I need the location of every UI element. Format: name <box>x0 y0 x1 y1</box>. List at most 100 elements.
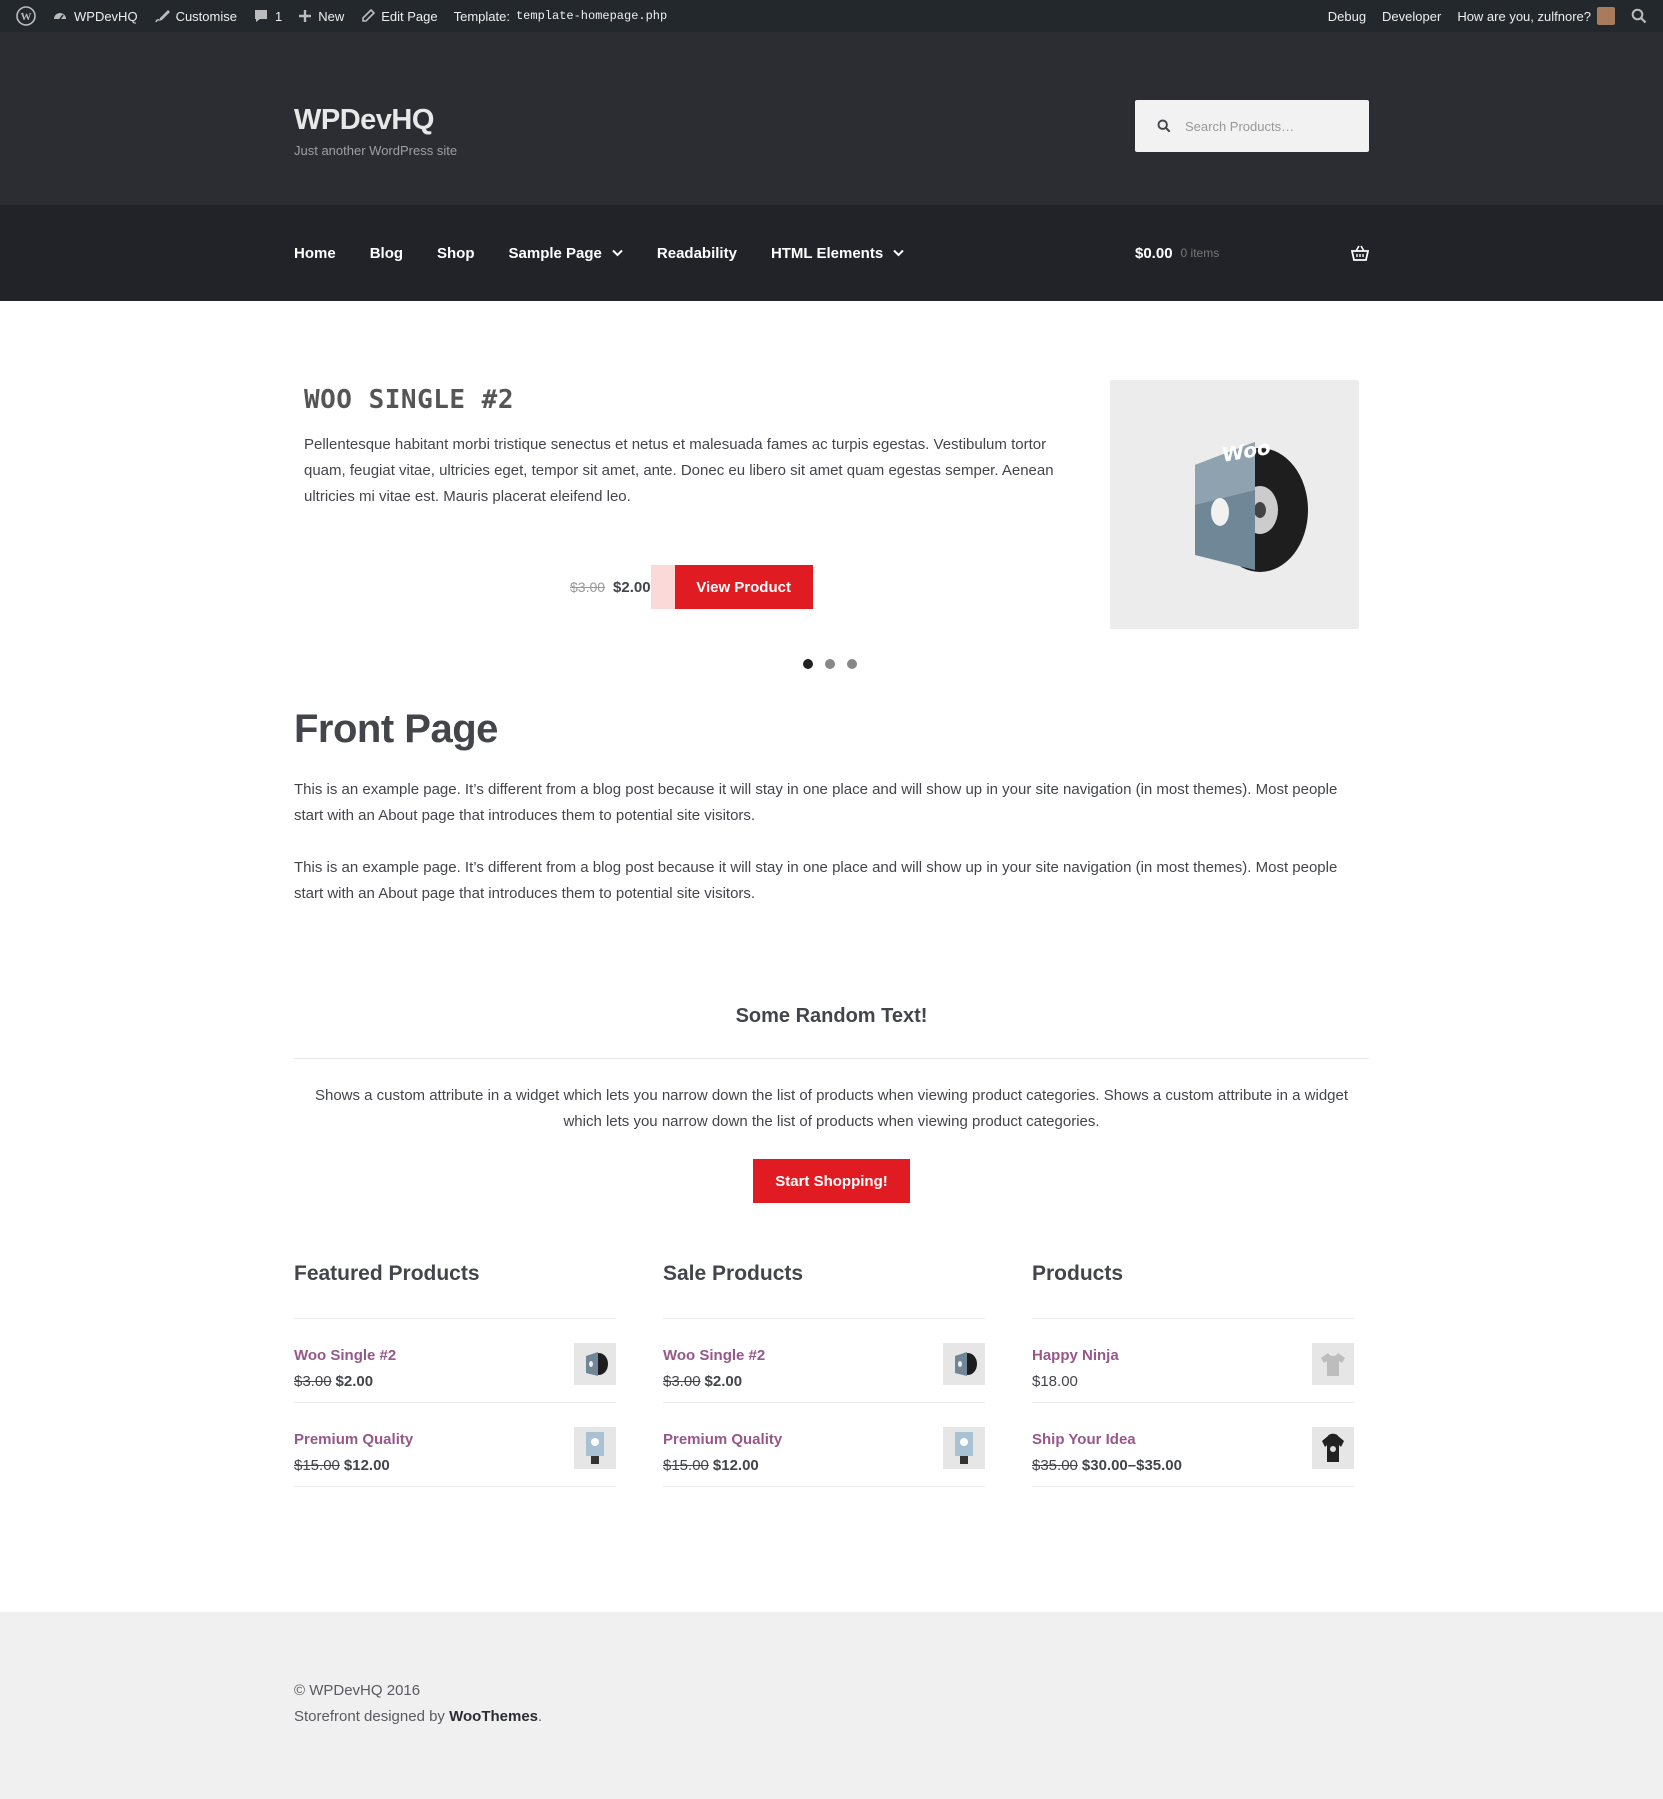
product-name-link[interactable]: Woo Single #2 <box>663 1347 765 1364</box>
dashboard-icon <box>54 13 66 20</box>
site-tagline: Just another WordPress site <box>294 143 458 158</box>
product-price: $3.00 $2.00 <box>663 1373 742 1390</box>
product-search-field[interactable]: Search Products… <box>1135 100 1369 152</box>
product-list-item: Premium Quality $15.00 $12.00 <box>663 1403 985 1487</box>
product-sale-price: $2.00 <box>704 1373 743 1390</box>
product-name-link[interactable]: Woo Single #2 <box>294 1347 396 1364</box>
album-icon <box>586 1352 608 1376</box>
template-file: template-homepage.php <box>515 9 668 23</box>
admin-debug-label: Debug <box>1327 8 1367 24</box>
admin-edit-page-label: Edit Page <box>381 8 438 24</box>
slider-dot-3[interactable] <box>847 659 857 669</box>
product-list-item: Happy Ninja $18.00 <box>1032 1319 1354 1403</box>
album-icon: Woo <box>1194 434 1308 572</box>
admin-account-link[interactable]: How are you, zulfnore? <box>1449 0 1623 32</box>
product-name-link[interactable]: Ship Your Idea <box>1032 1431 1136 1448</box>
nav-item-sample-page[interactable]: Sample Page <box>509 245 623 262</box>
slider-old-price: $3.00 <box>570 579 606 595</box>
slider-product-title: WOO SINGLE #2 <box>304 385 514 415</box>
admin-comments-link[interactable]: 1 <box>245 0 290 32</box>
product-thumbnail[interactable] <box>943 1343 985 1385</box>
cart-count: 0 items <box>1180 246 1220 260</box>
product-list-item: Woo Single #2 $3.00 $2.00 <box>663 1319 985 1403</box>
product-old-price: $3.00 <box>294 1373 332 1390</box>
slider-product-description: Pellentesque habitant morbi tristique se… <box>304 436 1054 505</box>
product-list-item: Premium Quality $15.00 $12.00 <box>294 1403 616 1487</box>
view-product-button[interactable]: View Product <box>674 565 813 609</box>
site-header: WPDevHQ Just another WordPress site Sear… <box>0 32 1663 301</box>
search-placeholder: Search Products… <box>1185 118 1295 134</box>
admin-search-button[interactable] <box>1623 0 1655 32</box>
nav-item-blog[interactable]: Blog <box>370 245 403 262</box>
chevron-down-icon[interactable] <box>612 249 623 257</box>
slider-pagination <box>803 659 857 669</box>
slider-price-row: $3.00 $2.00 View Product <box>570 565 813 609</box>
chevron-down-icon[interactable] <box>893 249 904 257</box>
product-thumbnail[interactable] <box>1312 1343 1354 1385</box>
footer-designer-link[interactable]: WooThemes <box>449 1708 538 1725</box>
tshirt-icon <box>1321 1353 1345 1376</box>
product-name-link[interactable]: Premium Quality <box>663 1431 782 1448</box>
wordpress-logo-icon[interactable]: W <box>8 0 44 32</box>
admin-customise-label: Customise <box>175 8 237 24</box>
admin-site-link[interactable]: WPDevHQ <box>44 0 146 32</box>
product-column-title: Products <box>1032 1262 1124 1285</box>
product-column-title: Featured Products <box>294 1262 480 1285</box>
footer-designed-by: Storefront designed by <box>294 1708 445 1725</box>
product-sale-price: $2.00 <box>335 1373 374 1390</box>
product-price: $18.00 <box>1032 1373 1078 1390</box>
admin-site-label: WPDevHQ <box>74 8 138 24</box>
product-price: $15.00 $12.00 <box>663 1457 759 1474</box>
product-thumbnail[interactable] <box>943 1427 985 1469</box>
svg-text:W: W <box>21 11 32 23</box>
avatar <box>1597 7 1615 25</box>
product-thumbnail[interactable] <box>574 1343 616 1385</box>
admin-developer-link[interactable]: Developer <box>1374 0 1449 32</box>
brush-icon <box>154 10 170 23</box>
product-name-link[interactable]: Happy Ninja <box>1032 1347 1119 1364</box>
nav-item-html-elements[interactable]: HTML Elements <box>771 245 904 262</box>
search-icon <box>1157 119 1171 133</box>
nav-item-shop[interactable]: Shop <box>437 245 475 262</box>
admin-customise-link[interactable]: Customise <box>146 0 245 32</box>
product-thumbnail[interactable] <box>574 1427 616 1469</box>
site-title[interactable]: WPDevHQ <box>294 104 434 137</box>
admin-debug-link[interactable]: Debug <box>1320 0 1374 32</box>
nav-item-label: Readability <box>656 244 737 262</box>
product-list-item: Woo Single #2 $3.00 $2.00 <box>294 1319 616 1403</box>
poster-icon <box>955 1432 973 1464</box>
pencil-icon <box>362 8 376 22</box>
divider <box>294 1058 1369 1059</box>
product-name-link[interactable]: Premium Quality <box>294 1431 413 1448</box>
product-regular-price: $18.00 <box>1032 1373 1078 1390</box>
nav-item-label: Home <box>294 244 336 262</box>
admin-edit-page-link[interactable]: Edit Page <box>352 0 445 32</box>
product-old-price: $15.00 <box>663 1457 709 1474</box>
product-sale-price: $12.00 <box>343 1457 390 1474</box>
slider-dot-1[interactable] <box>803 659 813 669</box>
product-thumbnail[interactable] <box>1312 1427 1354 1469</box>
admin-new-label: New <box>318 8 345 24</box>
hoodie-icon <box>1322 1433 1344 1462</box>
product-old-price: $15.00 <box>294 1457 340 1474</box>
slider-dot-2[interactable] <box>825 659 835 669</box>
product-column-3: Products Happy Ninja $18.00 Ship Your Idea $… <box>1032 1262 1354 1487</box>
cart-amount: $0.00 <box>1135 244 1173 262</box>
page-paragraph-2: This is an example page. It’s different … <box>294 859 1338 902</box>
nav-item-readability[interactable]: Readability <box>657 245 737 262</box>
nav-item-label: Shop <box>437 244 475 262</box>
random-text-title: Some Random Text! <box>735 1005 928 1027</box>
slider-product-image[interactable]: Woo <box>1110 380 1359 629</box>
template-label: Template: <box>453 8 510 24</box>
product-column-1: Featured Products Woo Single #2 $3.00 $2.00… <box>294 1262 616 1487</box>
basket-icon <box>1351 245 1369 261</box>
start-shopping-button[interactable]: Start Shopping! <box>753 1159 910 1203</box>
product-list-item: Ship Your Idea $35.00 $30.00–$35.00 <box>1032 1403 1354 1487</box>
nav-item-home[interactable]: Home <box>294 245 336 262</box>
admin-new-link[interactable]: New <box>290 0 352 32</box>
product-price: $3.00 $2.00 <box>294 1373 373 1390</box>
nav-item-label: Blog <box>369 244 404 262</box>
button-highlight <box>650 565 675 609</box>
product-column-title: Sale Products <box>663 1262 804 1285</box>
header-cart[interactable]: $0.00 0 items <box>1135 205 1369 301</box>
